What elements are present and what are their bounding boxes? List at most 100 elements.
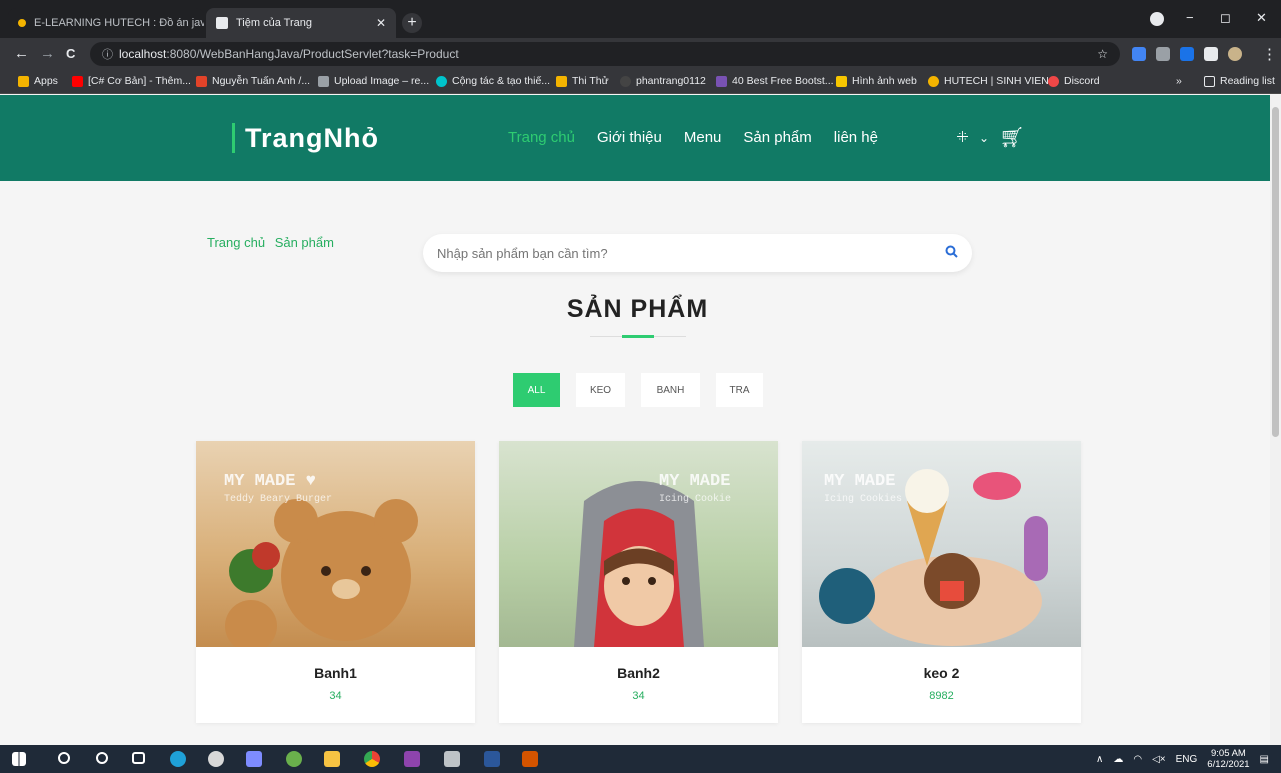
chevron-down-icon[interactable]: ⌄ [979, 131, 989, 145]
bookmark-item[interactable]: Cộng tác & tạo thiế... [436, 75, 550, 87]
app-icon[interactable] [404, 751, 420, 767]
page-favicon-icon [216, 17, 228, 29]
tab-title: Tiệm của Trang [236, 17, 313, 29]
breadcrumb-home[interactable]: Trang chủ [207, 235, 265, 250]
task-view-icon[interactable] [132, 752, 145, 764]
edge-icon[interactable] [170, 751, 186, 767]
watermark-caption: MY MADE ♥ [224, 472, 316, 491]
browser-tab-active[interactable]: Tiệm của Trang ✕ [206, 8, 396, 38]
filter-banh[interactable]: BANH [641, 373, 700, 407]
site-logo[interactable]: TrangNhỏ [232, 123, 379, 153]
bookmark-item[interactable]: [C# Cơ Bản] - Thêm... [72, 75, 191, 87]
url-path: :8080/WebBanHangJava/ProductServlet?task… [166, 47, 459, 61]
screenshot-extension-icon[interactable] [1180, 47, 1194, 61]
volume-icon[interactable]: ◁× [1152, 754, 1166, 765]
cortana-icon[interactable] [96, 752, 108, 764]
close-tab-icon[interactable]: ✕ [376, 16, 386, 30]
apps-grid-icon [18, 75, 29, 87]
extensions-puzzle-icon[interactable] [1204, 47, 1218, 61]
product-card[interactable]: MY MADE Icing Cookie Banh2 34 [499, 441, 778, 723]
bookmark-item[interactable]: HUTECH | SINH VIEN [928, 75, 1049, 87]
product-name[interactable]: keo 2 [802, 665, 1081, 681]
word-icon[interactable] [484, 751, 500, 767]
bookmark-item[interactable]: Apps [18, 75, 58, 87]
bookmark-item[interactable]: Discord [1048, 75, 1100, 87]
product-card[interactable]: MY MADE ♥ Teddy Beary Burger Banh1 34 [196, 441, 475, 723]
wifi-icon[interactable]: ◠ [1133, 754, 1142, 765]
camera-extension-icon[interactable] [1156, 47, 1170, 61]
new-tab-button[interactable]: + [402, 13, 422, 33]
watermark-sub: Teddy Beary Burger [224, 493, 332, 505]
more-bookmarks-button[interactable]: » [1176, 75, 1182, 87]
profile-avatar-icon[interactable] [1228, 47, 1242, 61]
file-explorer-icon[interactable] [324, 751, 340, 767]
browser-tab[interactable]: E-LEARNING HUTECH : Đồ án jav ✕ [8, 8, 204, 38]
bookmark-item[interactable]: Nguyễn Tuấn Anh /... [196, 75, 310, 87]
app-icon[interactable] [444, 751, 460, 767]
bookmark-item[interactable]: 40 Best Free Bootst... [716, 75, 834, 87]
windows-start-icon[interactable] [12, 752, 26, 766]
scrollbar-thumb[interactable] [1272, 107, 1279, 437]
language-indicator[interactable]: ENG [1176, 754, 1198, 765]
bookmark-item[interactable]: phantrang0112 [620, 75, 706, 87]
info-icon[interactable]: ⓘ [102, 46, 113, 62]
chrome-menu-icon[interactable]: ⋮ [1262, 45, 1277, 63]
user-account-icon[interactable]: ꔰ [956, 129, 969, 146]
cart-icon[interactable]: 🛒︎ [999, 125, 1024, 150]
profile-icon[interactable] [1150, 12, 1164, 26]
reading-list-button[interactable]: Reading list [1204, 75, 1275, 87]
search-input[interactable] [437, 245, 945, 261]
filter-tra[interactable]: TRA [716, 373, 763, 407]
clock[interactable]: 9:05 AM 6/12/2021 [1207, 748, 1249, 770]
watermark-sub: Icing Cookies [824, 493, 902, 505]
product-image[interactable]: MY MADE Icing Cookie [499, 441, 778, 647]
paint-icon[interactable] [208, 751, 224, 767]
nav-products[interactable]: Sản phẩm [743, 129, 811, 146]
translate-extension-icon[interactable] [1132, 47, 1146, 61]
product-name[interactable]: Banh2 [499, 665, 778, 681]
nav-menu[interactable]: Menu [684, 129, 722, 146]
github-icon [620, 75, 631, 87]
app-icon[interactable] [522, 751, 538, 767]
product-name[interactable]: Banh1 [196, 665, 475, 681]
app-icon[interactable] [246, 751, 262, 767]
clock-date: 6/12/2021 [1207, 759, 1250, 770]
product-price: 34 [329, 690, 342, 702]
breadcrumb-products[interactable]: Sản phẩm [275, 235, 334, 250]
filter-all[interactable]: ALL [513, 373, 560, 407]
bookmark-item[interactable]: Upload Image – re... [318, 75, 429, 87]
notification-icon[interactable]: ▤ [1260, 754, 1269, 765]
cloud-icon[interactable]: ☁ [1113, 754, 1123, 765]
address-bar[interactable]: ⓘ localhost :8080/WebBanHangJava/Product… [90, 42, 1120, 66]
page-scrollbar[interactable] [1270, 95, 1281, 745]
product-image[interactable]: MY MADE ♥ Teddy Beary Burger [196, 441, 475, 647]
product-image[interactable]: MY MADE Icing Cookies [802, 441, 1081, 647]
main-nav: Trang chủ Giới thiệu Menu Sản phẩm liên … [508, 129, 878, 146]
restore-icon[interactable]: ◻ [1220, 10, 1231, 26]
close-window-icon[interactable]: ✕ [1256, 10, 1267, 26]
bookmark-item[interactable]: Thi Thử [556, 75, 609, 87]
breadcrumb: Trang chủ Sản phẩm [207, 235, 340, 250]
bookmark-item[interactable]: Hình ảnh web [836, 75, 917, 87]
bootstrap-icon [716, 75, 727, 87]
search-icon[interactable] [945, 245, 958, 261]
nav-contact[interactable]: liên hệ [834, 129, 878, 146]
hutech-icon [928, 75, 939, 87]
minimize-icon[interactable]: − [1186, 10, 1194, 25]
search-icon[interactable] [58, 752, 70, 764]
gitlab-icon [196, 75, 207, 87]
nav-about[interactable]: Giới thiệu [597, 129, 662, 146]
forward-icon[interactable]: → [40, 45, 55, 62]
upload-icon [318, 75, 329, 87]
app-icon[interactable] [286, 751, 302, 767]
product-card[interactable]: MY MADE Icing Cookies keo 2 8982 [802, 441, 1081, 723]
chevron-up-icon[interactable]: ∧ [1096, 754, 1103, 765]
chrome-icon[interactable] [364, 751, 380, 767]
hutech-favicon-icon [18, 19, 26, 27]
bookmark-star-icon[interactable]: ☆ [1097, 47, 1108, 61]
filter-keo[interactable]: KEO [576, 373, 625, 407]
reload-icon[interactable]: C [66, 46, 75, 61]
back-icon[interactable]: ← [14, 45, 29, 62]
reading-list-icon [1204, 75, 1215, 87]
nav-home[interactable]: Trang chủ [508, 129, 575, 146]
